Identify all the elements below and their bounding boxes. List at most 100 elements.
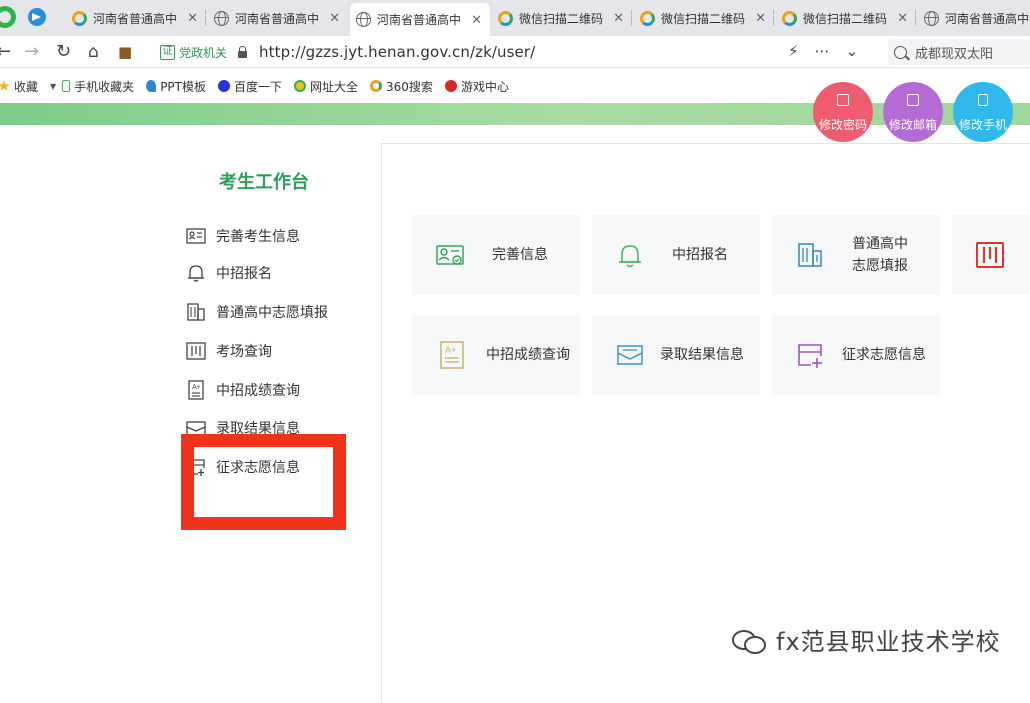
sidebar-item-exam-room[interactable]: 考场查询 [186,341,272,361]
tab-title: 河南省普通高中 [235,11,319,26]
tab-separator [915,10,916,26]
globe-o-icon [640,10,655,26]
cert-icon: 证 [160,44,175,60]
button-label: 修改密码 [818,118,867,132]
close-icon[interactable]: × [471,12,482,27]
card-volunteer[interactable]: 普通高中 志愿填报 [772,215,940,295]
bookmark-label: PPT模板 [160,79,206,94]
card-solicit[interactable]: 征求志愿信息 [772,315,940,395]
highlight-annotation-box [181,434,346,530]
close-icon[interactable]: × [187,11,198,26]
close-icon[interactable]: × [755,11,766,26]
close-icon[interactable]: × [329,11,340,26]
sidebar-item-registration[interactable]: 中招报名 [186,263,272,283]
card-registration[interactable]: 中招报名 [592,215,760,295]
lightning-icon[interactable]: ⚡ [788,42,799,60]
send-icon[interactable] [28,8,46,26]
web-directory-icon [294,80,307,92]
score-sheet-icon: A+ [440,341,464,369]
bookmark-games[interactable]: 游戏中心 [444,78,509,95]
briefcase-icon[interactable]: ■ [118,42,132,62]
tab-2[interactable]: 河南省普通高中 × [208,4,348,32]
tab-title: 微信扫描二维码 [661,11,745,26]
change-phone-button[interactable]: 修改手机 [953,82,1013,142]
card-label: 录取结果信息 [660,347,744,363]
search-icon [894,45,907,59]
phone-icon [978,94,988,106]
building-icon [187,303,205,321]
id-card-icon [436,245,464,265]
bookmark-mobile[interactable]: ▼ 手机收藏夹 [50,78,134,95]
tab-4[interactable]: 微信扫描二维码 × [492,4,632,32]
id-card-icon [186,228,206,244]
sidebar-item-scores[interactable]: A+ 中招成绩查询 [186,380,300,400]
wechat-icon [732,628,766,654]
change-password-button[interactable]: 修改密码 [813,82,873,142]
search-text: 成都现双太阳 [915,46,994,62]
bookmark-label: 网址大全 [310,79,359,94]
chevron-down-icon[interactable]: ⌄ [846,42,859,60]
cert-label: 党政机关 [179,45,228,60]
svg-text:A+: A+ [192,384,201,391]
address-bar[interactable]: 证 党政机关 http://gzzs.jyt.henan.gov.cn/zk/u… [152,40,872,64]
tab-title: 微信扫描二维码 [803,11,887,26]
forward-arrow-icon[interactable]: → [24,42,39,62]
game-icon [444,80,457,92]
search-box[interactable]: 成都现双太阳 [888,39,1030,65]
sidebar-item-volunteer[interactable]: 普通高中志愿填报 [186,302,328,322]
browser-logo-icon[interactable] [0,6,16,28]
more-icon[interactable]: ⋯ [815,42,830,60]
globe-o-icon [72,10,87,26]
close-icon[interactable]: × [897,11,908,26]
tab-separator [773,10,774,26]
change-email-button[interactable]: 修改邮箱 [883,82,943,142]
card-admission[interactable]: 录取结果信息 [592,315,760,395]
search360-icon [370,80,383,92]
paw-icon [218,80,230,92]
card-label-line: 普通高中 [852,236,908,252]
bookmark-baidu[interactable]: 百度一下 [218,78,282,95]
toolbar-icons: ⚡ ⋯ ⌄ [788,42,858,60]
tab-6[interactable]: 微信扫描二维码 × [776,4,916,32]
url-text[interactable]: http://gzzs.jyt.henan.gov.cn/zk/user/ [259,43,535,61]
tab-title: 微信扫描二维码 [519,11,603,26]
svg-text:A+: A+ [445,345,456,355]
bookmark-360search[interactable]: 360搜索 [370,78,433,95]
tab-1[interactable]: 河南省普通高中 × [66,4,206,32]
bookmark-ppt[interactable]: PPT模板 [146,78,206,95]
page-header-band [0,103,1030,125]
bookmark-favorites[interactable]: 收藏 [0,78,38,95]
card-exam-room[interactable] [952,215,1030,295]
bookmark-hao[interactable]: 网址大全 [294,78,358,95]
bookmark-label: 360搜索 [386,79,433,94]
tab-3-active[interactable]: 河南省普通高中 × [350,3,490,36]
globe-icon [214,10,229,26]
globe-o-icon [498,10,513,26]
tab-7[interactable]: 河南省普通高中 [918,4,1030,32]
score-sheet-icon: A+ [188,380,204,400]
back-arrow-icon[interactable]: ← [0,42,11,62]
reload-icon[interactable]: ↻ [56,42,71,62]
card-label: 中招成绩查询 [486,347,570,363]
watermark: fx范县职业技术学校 [732,622,1001,657]
card-label: 完善信息 [492,247,548,263]
card-complete-info[interactable]: 完善信息 [412,215,580,295]
form-plus-icon [798,344,822,368]
gov-cert-badge[interactable]: 证 党政机关 [160,44,227,61]
tab-5[interactable]: 微信扫描二维码 × [634,4,774,32]
browser-tab-bar: 河南省普通高中 × 河南省普通高中 × 河南省普通高中 × 微信扫描二维码 × … [0,0,1030,36]
watermark-text: fx范县职业技术学校 [776,628,1001,656]
button-label: 修改手机 [958,118,1007,132]
home-icon[interactable]: ⌂ [88,42,99,62]
bookmark-label: 百度一下 [234,79,283,94]
mail-icon [907,94,919,106]
phone-icon [62,80,71,92]
tab-title: 河南省普通高中 [945,11,1030,26]
close-icon[interactable]: × [613,11,624,26]
sidebar-item-profile[interactable]: 完善考生信息 [186,226,300,246]
card-label: 普通高中 志愿填报 [852,233,908,277]
caret-down-icon: ▼ [50,81,57,91]
insecure-lock-icon[interactable] [237,46,249,58]
card-scores[interactable]: A+ 中招成绩查询 [412,315,580,395]
button-label: 修改邮箱 [888,118,937,132]
